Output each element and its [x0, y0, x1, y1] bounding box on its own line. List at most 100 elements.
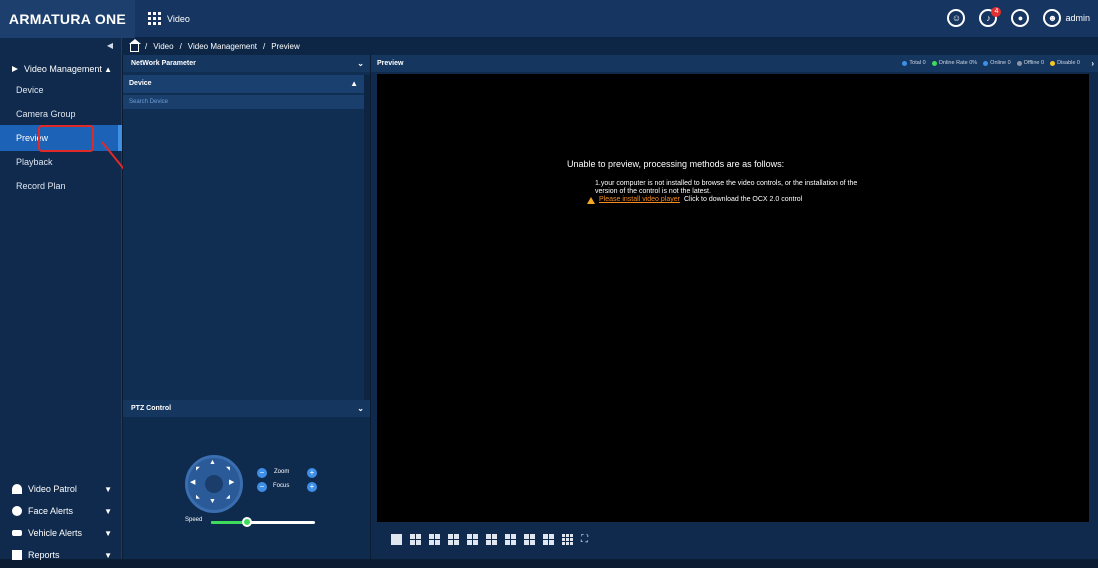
network-parameter-header[interactable]: NetWork Parameter ⌄	[123, 55, 370, 72]
username: admin	[1065, 13, 1090, 23]
ptz-joystick[interactable]: ▲ ▼ ◀ ▶ ◤ ◥ ◣ ◢	[185, 455, 243, 513]
layout-4-icon[interactable]	[410, 534, 421, 545]
layout-1-icon[interactable]	[391, 534, 402, 545]
layout-toolbar: ⛶	[391, 534, 592, 545]
chevron-down-icon: ▼	[104, 506, 112, 516]
annotation-highlight-box	[38, 125, 94, 152]
layout-grid-icon[interactable]	[562, 534, 573, 545]
chevron-down-icon: ▼	[104, 528, 112, 538]
breadcrumb: / Video / Video Management / Preview	[122, 38, 1098, 55]
stat-online: Online 0	[983, 55, 1011, 72]
sidebar-item-camera-group[interactable]: Camera Group	[0, 101, 122, 127]
status-dot-icon	[983, 61, 989, 66]
chevron-down-icon: ▼	[104, 550, 112, 560]
fullscreen-icon[interactable]: ⛶	[581, 534, 592, 545]
sidebar-item-device[interactable]: Device	[0, 77, 122, 103]
chevron-up-icon: ▲	[350, 79, 358, 88]
user-menu[interactable]: ☻ admin	[1043, 9, 1090, 27]
layout-13-icon[interactable]	[505, 534, 516, 545]
arrow-right-icon[interactable]: ▶	[229, 478, 234, 486]
chevron-down-icon: ⌄	[357, 404, 364, 413]
device-panel: NetWork Parameter ⌄ Device ▲ Search Devi…	[123, 55, 370, 559]
stat-online-rate: Online Rate 0%	[931, 55, 977, 72]
panel-title: NetWork Parameter	[131, 60, 196, 67]
layout-8-icon[interactable]	[448, 534, 459, 545]
settings-icon[interactable]: ●	[1011, 9, 1030, 27]
status-dot-icon	[902, 61, 908, 66]
focus-out-button[interactable]: −	[257, 482, 267, 492]
zoom-in-button[interactable]: +	[307, 468, 317, 478]
status-dot-icon	[1016, 61, 1022, 66]
stat-disable: Disable 0	[1050, 55, 1080, 72]
arrow-down-icon[interactable]: ▼	[209, 498, 216, 505]
panel-title: PTZ Control	[131, 405, 172, 412]
arrow-left-icon[interactable]: ◀	[190, 478, 195, 486]
error-line: 1.your computer is not installed to brow…	[595, 180, 858, 187]
status-dot-icon	[931, 61, 937, 66]
device-header[interactable]: Device ▲	[123, 75, 364, 93]
layout-16-icon[interactable]	[524, 534, 535, 545]
arrow-up-left-icon[interactable]: ◤	[196, 466, 200, 472]
download-ocx-text: Click to download the OCX 2.0 control	[683, 196, 803, 203]
preview-title: Preview	[377, 60, 404, 67]
error-title: Unable to preview, processing methods ar…	[567, 159, 785, 169]
breadcrumb-item[interactable]: Video	[153, 42, 173, 51]
video-preview-area[interactable]: Unable to preview, processing methods ar…	[377, 74, 1089, 522]
zoom-label: Zoom	[274, 469, 290, 475]
focus-label: Focus	[273, 483, 290, 489]
notification-badge: 4	[991, 7, 1002, 17]
panel-title: Device	[129, 80, 152, 87]
top-actions: ☺ ♪ 4 ● ☻ admin	[947, 7, 1090, 27]
preview-error-message: Unable to preview, processing methods ar…	[567, 159, 857, 204]
search-device-input[interactable]: Search Device	[123, 95, 364, 109]
joystick-center	[205, 475, 223, 493]
install-player-row: Please install video player Click to dow…	[567, 196, 857, 204]
arrow-up-icon[interactable]: ▲	[209, 459, 216, 466]
device-stats: Total 0 Online Rate 0% Online 0 Offline …	[902, 55, 1080, 72]
chevron-down-icon: ⌄	[357, 59, 364, 68]
chevron-down-icon: ▼	[104, 484, 112, 494]
camera-icon	[12, 66, 18, 72]
ptz-header[interactable]: PTZ Control ⌄	[123, 400, 370, 417]
ptz-control-panel: PTZ Control ⌄ ▲ ▼ ◀ ▶ ◤ ◥ ◣ ◢ − Zoom + −…	[123, 400, 370, 559]
patrol-icon	[12, 484, 22, 494]
focus-in-button[interactable]: +	[307, 482, 317, 492]
arrow-down-right-icon[interactable]: ◢	[226, 494, 230, 500]
preview-header: Preview Total 0 Online Rate 0% Online 0 …	[371, 55, 1098, 72]
status-dot-icon	[1050, 61, 1056, 66]
breadcrumb-item[interactable]: Video Management	[188, 42, 257, 51]
sidebar-group-label: Face Alerts	[28, 506, 74, 516]
home-icon[interactable]	[129, 38, 141, 52]
face-icon	[12, 506, 22, 516]
sidebar-group-label: Video Management	[24, 64, 102, 74]
app-logo: ARMATURA ONE	[0, 0, 135, 38]
zoom-out-button[interactable]: −	[257, 468, 267, 478]
layout-25-icon[interactable]	[543, 534, 554, 545]
speed-slider-handle[interactable]	[242, 517, 253, 527]
speed-slider[interactable]	[211, 517, 315, 527]
sidebar-group-label: Vehicle Alerts	[28, 528, 83, 538]
collapse-sidebar-icon[interactable]: ◀	[107, 41, 113, 50]
alarm-bell-icon[interactable]: ♪ 4	[979, 7, 1002, 27]
preview-panel: Preview Total 0 Online Rate 0% Online 0 …	[371, 55, 1098, 559]
layout-6-icon[interactable]	[429, 534, 440, 545]
chevron-right-icon[interactable]: ›	[1091, 55, 1094, 72]
error-line: version of the control is not the latest…	[595, 188, 711, 195]
install-player-link[interactable]: Please install video player	[599, 196, 680, 204]
arrow-down-left-icon[interactable]: ◣	[196, 494, 200, 500]
speed-label: Speed	[185, 517, 203, 523]
top-bar: ARMATURA ONE Video ☺ ♪ 4 ● ☻ admin	[0, 0, 1098, 38]
arrow-up-right-icon[interactable]: ◥	[226, 466, 230, 472]
sidebar: ◀ Video Management ▲ Device Camera Group…	[0, 38, 122, 560]
layout-10-icon[interactable]	[486, 534, 497, 545]
module-name: Video	[167, 13, 190, 24]
sidebar-group-reports[interactable]: Reports ▼	[0, 542, 122, 568]
scrollbar[interactable]	[364, 75, 370, 405]
layout-9-icon[interactable]	[467, 534, 478, 545]
apps-grid-icon	[148, 12, 161, 25]
chat-icon[interactable]: ☺	[947, 9, 966, 27]
app-switcher[interactable]: Video	[148, 12, 190, 25]
user-avatar-icon: ☻	[1043, 9, 1062, 27]
breadcrumb-item: Preview	[271, 42, 300, 51]
stat-total: Total 0	[902, 55, 926, 72]
